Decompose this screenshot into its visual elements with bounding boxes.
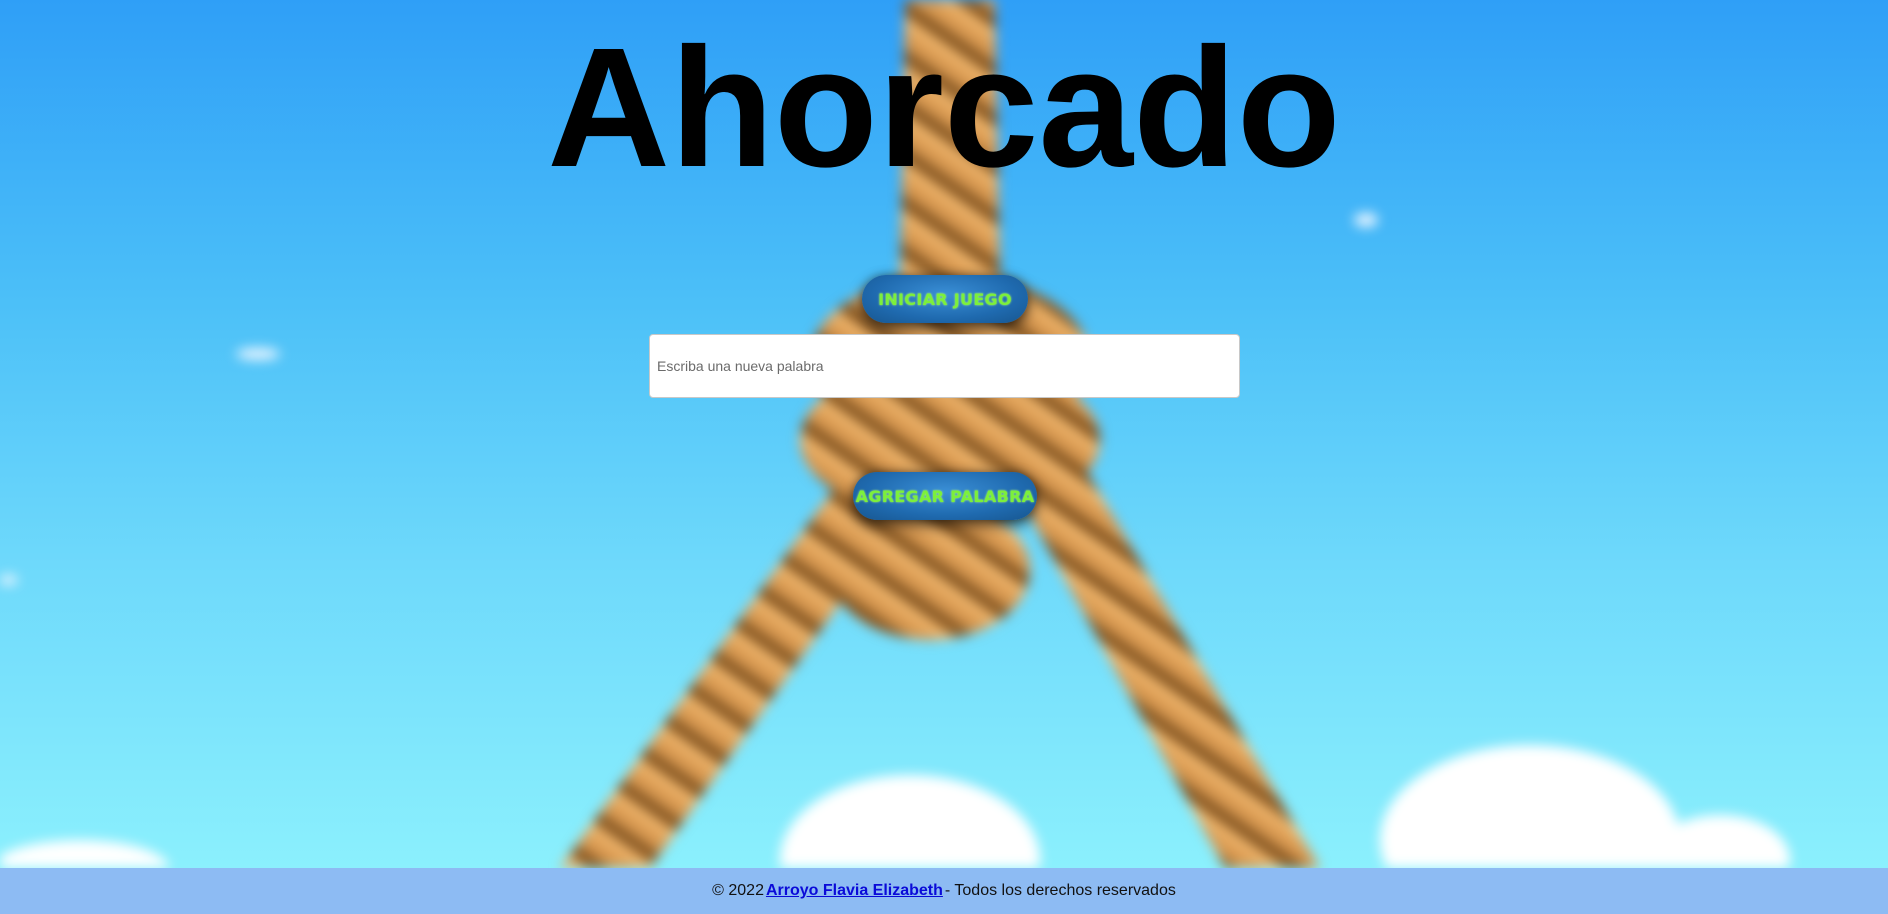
copyright-text: © 2022 <box>712 882 764 899</box>
start-game-button[interactable]: INICIAR JUEGO <box>862 275 1028 323</box>
rights-text: - Todos los derechos reservados <box>944 882 1176 899</box>
author-link[interactable]: Arroyo Flavia Elizabeth <box>766 882 943 900</box>
new-word-input[interactable] <box>649 334 1240 398</box>
hangman-home-page: Ahorcado INICIAR JUEGO AGREGAR PALABRA ©… <box>0 0 1888 914</box>
add-word-button[interactable]: AGREGAR PALABRA <box>853 472 1037 520</box>
footer: © 2022 Arroyo Flavia Elizabeth - Todos l… <box>0 868 1888 914</box>
page-title: Ahorcado <box>547 13 1341 203</box>
